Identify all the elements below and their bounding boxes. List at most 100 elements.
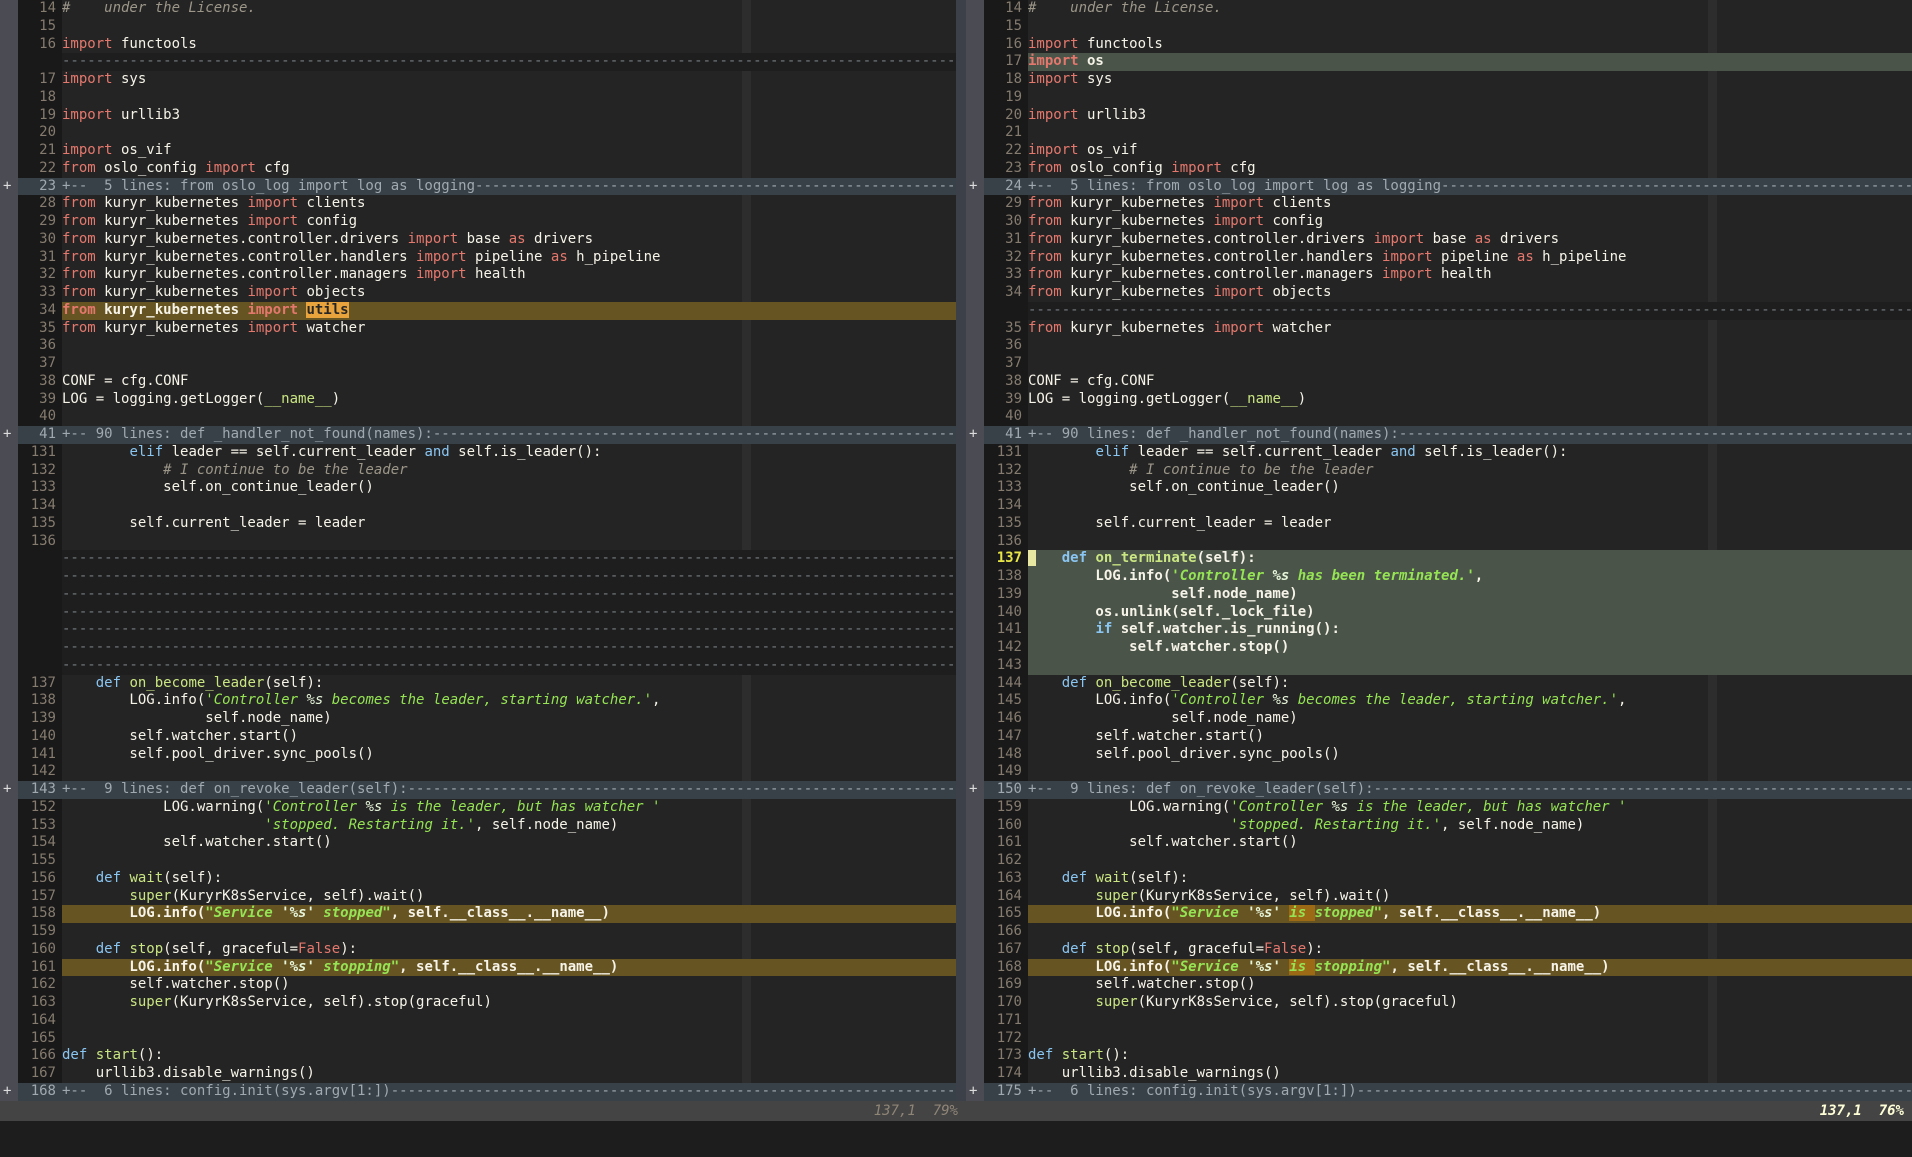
code-line[interactable]: 21import os_vif xyxy=(0,142,956,160)
code-line[interactable]: 163 super(KuryrK8sService, self).stop(gr… xyxy=(0,994,956,1012)
code-line[interactable]: 137 def on_terminate(self): xyxy=(966,550,1912,568)
code-line[interactable]: 20 xyxy=(0,124,956,142)
code-line[interactable]: 19 xyxy=(966,89,1912,107)
code-line[interactable]: 148 self.pool_driver.sync_pools() xyxy=(966,746,1912,764)
code-line[interactable]: 142 xyxy=(0,763,956,781)
code-line[interactable]: 22import os_vif xyxy=(966,142,1912,160)
window-separator[interactable] xyxy=(956,0,966,1101)
code-line[interactable]: 165 LOG.info("Service '%s' is stopped", … xyxy=(966,905,1912,923)
code-line[interactable]: 138 LOG.info('Controller %s becomes the … xyxy=(0,692,956,710)
code-line[interactable]: 34from kuryr_kubernetes import utils xyxy=(0,302,956,320)
fold-plus-icon[interactable]: + xyxy=(966,781,984,799)
code-line[interactable]: 133 self.on_continue_leader() xyxy=(966,479,1912,497)
code-line[interactable]: 14# under the License. xyxy=(0,0,956,18)
code-line[interactable]: 136 xyxy=(966,533,1912,551)
code-line[interactable]: 134 xyxy=(0,497,956,515)
code-line[interactable]: 161 self.watcher.start() xyxy=(966,834,1912,852)
code-line[interactable]: 31from kuryr_kubernetes.controller.drive… xyxy=(966,231,1912,249)
code-line[interactable]: 14# under the License. xyxy=(966,0,1912,18)
code-line[interactable]: 39LOG = logging.getLogger(__name__) xyxy=(0,391,956,409)
code-line[interactable]: 36 xyxy=(0,337,956,355)
code-line[interactable]: 149 xyxy=(966,763,1912,781)
code-line[interactable]: 141 self.pool_driver.sync_pools() xyxy=(0,746,956,764)
code-line[interactable]: 140 os.unlink(self._lock_file) xyxy=(966,604,1912,622)
code-line[interactable]: 152 LOG.warning('Controller %s is the le… xyxy=(0,799,956,817)
code-line[interactable]: 153 'stopped. Restarting it.', self.node… xyxy=(0,817,956,835)
code-line[interactable]: 136 xyxy=(0,533,956,551)
code-line[interactable]: 28from kuryr_kubernetes import clients xyxy=(0,195,956,213)
code-line[interactable]: 173def start(): xyxy=(966,1047,1912,1065)
code-line[interactable]: 18import sys xyxy=(966,71,1912,89)
command-line[interactable] xyxy=(0,1121,1912,1157)
code-line[interactable]: 159 xyxy=(0,923,956,941)
code-line[interactable]: 133 self.on_continue_leader() xyxy=(0,479,956,497)
code-line[interactable]: 16import functools xyxy=(966,36,1912,54)
code-line[interactable]: 147 self.watcher.start() xyxy=(966,728,1912,746)
code-line[interactable]: 36 xyxy=(966,337,1912,355)
code-line[interactable]: 32from kuryr_kubernetes.controller.manag… xyxy=(0,266,956,284)
fold-line[interactable]: +23+-- 5 lines: from oslo_log import log… xyxy=(0,178,956,196)
code-line[interactable]: 32from kuryr_kubernetes.controller.handl… xyxy=(966,249,1912,267)
code-line[interactable]: 144 def on_become_leader(self): xyxy=(966,675,1912,693)
code-line[interactable]: 166def start(): xyxy=(0,1047,956,1065)
code-line[interactable]: 17import os xyxy=(966,53,1912,71)
code-line[interactable]: 161 LOG.info("Service '%s' stopping", se… xyxy=(0,959,956,977)
left-editor-pane[interactable]: 14# under the License.1516import functoo… xyxy=(0,0,956,1101)
code-line[interactable]: 160 def stop(self, graceful=False): xyxy=(0,941,956,959)
fold-plus-icon[interactable]: + xyxy=(966,426,984,444)
code-line[interactable]: 141 if self.watcher.is_running(): xyxy=(966,621,1912,639)
fold-line[interactable]: +41+-- 90 lines: def _handler_not_found(… xyxy=(966,426,1912,444)
code-line[interactable]: 139 self.node_name) xyxy=(966,586,1912,604)
code-line[interactable]: 30from kuryr_kubernetes.controller.drive… xyxy=(0,231,956,249)
code-line[interactable]: 29from kuryr_kubernetes import clients xyxy=(966,195,1912,213)
code-line[interactable]: 160 'stopped. Restarting it.', self.node… xyxy=(966,817,1912,835)
code-line[interactable]: 170 super(KuryrK8sService, self).stop(gr… xyxy=(966,994,1912,1012)
fold-line[interactable]: +150+-- 9 lines: def on_revoke_leader(se… xyxy=(966,781,1912,799)
code-line[interactable]: 37 xyxy=(0,355,956,373)
code-line[interactable]: 19import urllib3 xyxy=(0,107,956,125)
code-line[interactable]: 166 xyxy=(966,923,1912,941)
code-line[interactable]: 35from kuryr_kubernetes import watcher xyxy=(0,320,956,338)
code-line[interactable]: 167 def stop(self, graceful=False): xyxy=(966,941,1912,959)
fold-plus-icon[interactable]: + xyxy=(0,781,18,799)
code-line[interactable]: 171 xyxy=(966,1012,1912,1030)
code-line[interactable]: 165 xyxy=(0,1030,956,1048)
code-line[interactable]: 33from kuryr_kubernetes.controller.manag… xyxy=(966,266,1912,284)
code-line[interactable]: 137 def on_become_leader(self): xyxy=(0,675,956,693)
code-line[interactable]: 15 xyxy=(966,18,1912,36)
code-line[interactable]: 167 urllib3.disable_warnings() xyxy=(0,1065,956,1083)
code-line[interactable]: 142 self.watcher.stop() xyxy=(966,639,1912,657)
code-line[interactable]: 163 def wait(self): xyxy=(966,870,1912,888)
code-line[interactable]: 35from kuryr_kubernetes import watcher xyxy=(966,320,1912,338)
code-line[interactable]: 15 xyxy=(0,18,956,36)
code-line[interactable]: 168 LOG.info("Service '%s' is stopping",… xyxy=(966,959,1912,977)
code-line[interactable]: 159 LOG.warning('Controller %s is the le… xyxy=(966,799,1912,817)
code-line[interactable]: 140 self.watcher.start() xyxy=(0,728,956,746)
code-line[interactable]: 134 xyxy=(966,497,1912,515)
code-line[interactable]: 16import functools xyxy=(0,36,956,54)
code-line[interactable]: 162 xyxy=(966,852,1912,870)
code-line[interactable]: 143 xyxy=(966,657,1912,675)
code-line[interactable]: 135 self.current_leader = leader xyxy=(0,515,956,533)
code-line[interactable]: 37 xyxy=(966,355,1912,373)
code-line[interactable]: 135 self.current_leader = leader xyxy=(966,515,1912,533)
code-line[interactable]: 22from oslo_config import cfg xyxy=(0,160,956,178)
code-line[interactable]: 139 self.node_name) xyxy=(0,710,956,728)
code-line[interactable]: 40 xyxy=(966,408,1912,426)
code-line[interactable]: 29from kuryr_kubernetes import config xyxy=(0,213,956,231)
code-line[interactable]: 23from oslo_config import cfg xyxy=(966,160,1912,178)
code-line[interactable]: 164 super(KuryrK8sService, self).wait() xyxy=(966,888,1912,906)
code-line[interactable]: 155 xyxy=(0,852,956,870)
code-line[interactable]: 20import urllib3 xyxy=(966,107,1912,125)
code-line[interactable]: 132 # I continue to be the leader xyxy=(966,462,1912,480)
code-line[interactable]: 40 xyxy=(0,408,956,426)
fold-plus-icon[interactable]: + xyxy=(0,178,18,196)
code-line[interactable]: 17import sys xyxy=(0,71,956,89)
fold-line[interactable]: +168+-- 6 lines: config.init(sys.argv[1:… xyxy=(0,1083,956,1101)
fold-line[interactable]: +41+-- 90 lines: def _handler_not_found(… xyxy=(0,426,956,444)
code-line[interactable]: 138 LOG.info('Controller %s has been ter… xyxy=(966,568,1912,586)
code-line[interactable]: 38CONF = cfg.CONF xyxy=(0,373,956,391)
code-line[interactable]: 30from kuryr_kubernetes import config xyxy=(966,213,1912,231)
code-line[interactable]: 164 xyxy=(0,1012,956,1030)
code-line[interactable]: 21 xyxy=(966,124,1912,142)
